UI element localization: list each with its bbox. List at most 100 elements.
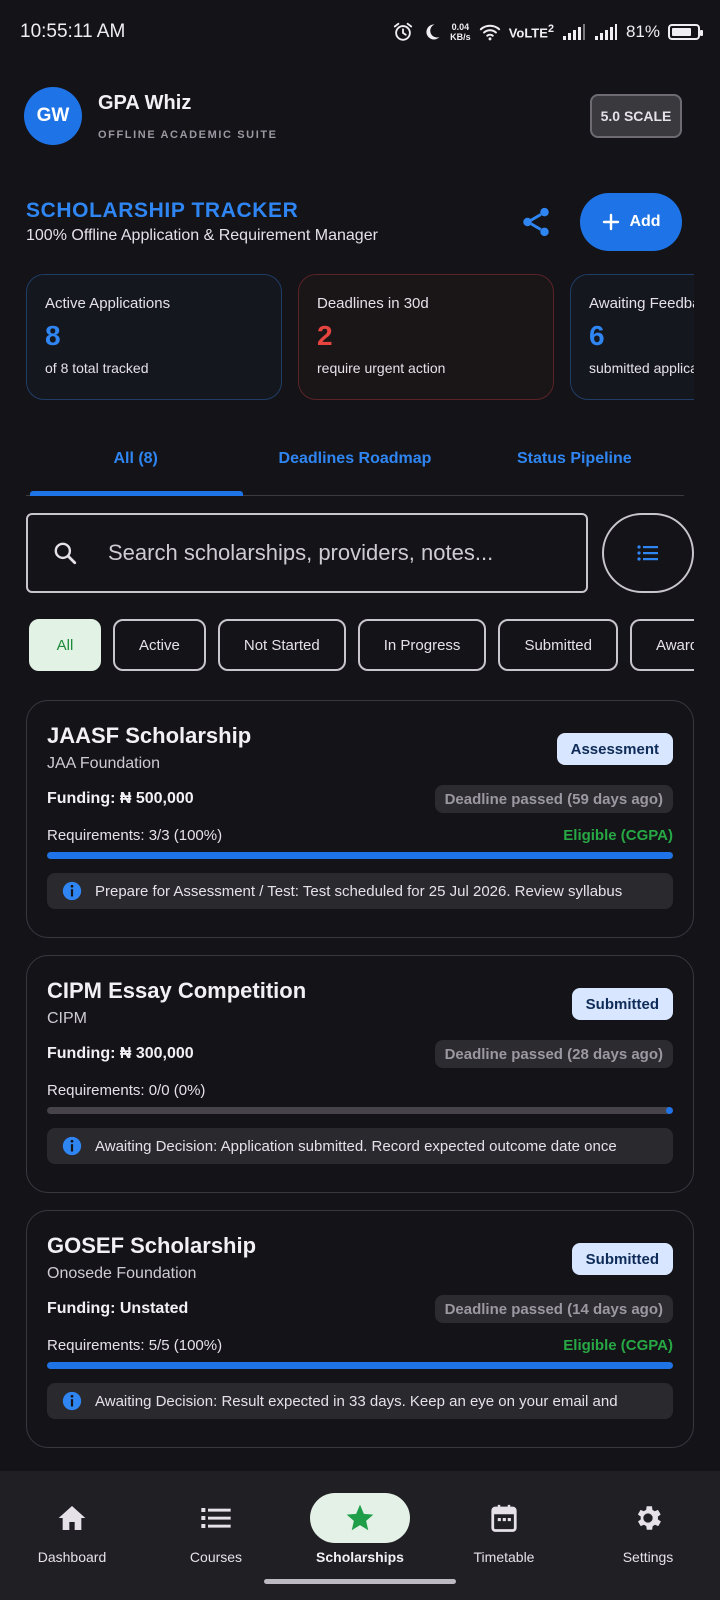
stat-value: 6: [589, 320, 605, 351]
chip-in-progress[interactable]: In Progress: [357, 619, 487, 671]
stats-scroller[interactable]: Active Applications 8 of 8 total tracked…: [26, 274, 694, 400]
stat-footer: require urgent action: [317, 360, 446, 376]
app-subtitle: OFFLINE ACADEMIC SUITE: [98, 128, 278, 141]
info-icon: [62, 1136, 82, 1156]
stat-card-active-applications[interactable]: Active Applications 8 of 8 total tracked: [26, 274, 282, 400]
stat-footer: of 8 total tracked: [45, 360, 149, 376]
scholarship-provider: JAA Foundation: [47, 755, 160, 772]
chip-submitted[interactable]: Submitted: [498, 619, 618, 671]
requirements-row: Requirements: 5/5 (100%) Eligible (CGPA): [47, 1337, 673, 1354]
share-button[interactable]: [514, 200, 558, 244]
stat-value: 2: [317, 320, 333, 351]
tab-deadlines-roadmap[interactable]: Deadlines Roadmap: [245, 430, 464, 495]
stat-card-awaiting-feedback[interactable]: Awaiting Feedback 6 submitted applicatio…: [570, 274, 694, 400]
add-scholarship-button[interactable]: Add: [580, 193, 682, 251]
brand: GPA Whiz OFFLINE ACADEMIC SUITE: [98, 92, 590, 141]
nav-label: Dashboard: [37, 1549, 107, 1565]
action-note: Awaiting Decision: Application submitted…: [47, 1128, 673, 1164]
signal-icon-sim1: [562, 24, 585, 40]
stat-label: Active Applications: [45, 295, 171, 312]
grading-scale-button[interactable]: 5.0 SCALE: [590, 94, 682, 138]
deadline-badge: Deadline passed (59 days ago): [434, 785, 673, 813]
status-icons: 0.04 KB/s VoLTE2 81%: [392, 21, 703, 43]
nav-item-settings[interactable]: Settings: [576, 1471, 720, 1600]
list-icon: [637, 545, 658, 561]
view-tabs: All (8) Deadlines Roadmap Status Pipelin…: [26, 430, 684, 496]
scholarship-title: JAASF Scholarship: [47, 723, 252, 748]
status-badge: Assessment: [556, 733, 673, 765]
stat-footer: submitted applications: [589, 360, 694, 376]
avatar[interactable]: GW: [24, 87, 82, 145]
requirements-progress: [47, 1107, 673, 1114]
nav-item-dashboard[interactable]: Dashboard: [0, 1471, 144, 1600]
card-title-block: JAASF Scholarship JAA Foundation: [47, 723, 251, 773]
info-icon: [62, 1391, 82, 1411]
battery-percent: 81%: [625, 22, 660, 41]
stat-card-deadlines[interactable]: Deadlines in 30d 2 require urgent action: [298, 274, 554, 400]
page-subtitle: 100% Offline Application & Requirement M…: [26, 227, 378, 244]
chip-all[interactable]: All: [29, 619, 101, 671]
volte-indicator: VoLTE2: [509, 23, 554, 40]
nav-icon-wrap: [454, 1493, 554, 1543]
requirements-row: Requirements: 3/3 (100%) Eligible (CGPA): [47, 827, 673, 844]
scholarship-card[interactable]: GOSEF Scholarship Onosede Foundation Sub…: [26, 1210, 694, 1448]
scholarship-card[interactable]: JAASF Scholarship JAA Foundation Assessm…: [26, 700, 694, 938]
scholarship-card[interactable]: CIPM Essay Competition CIPM Submitted Fu…: [26, 955, 694, 1193]
chip-active[interactable]: Active: [113, 619, 206, 671]
list-view-button[interactable]: [602, 513, 694, 593]
tab-status-pipeline[interactable]: Status Pipeline: [465, 430, 684, 495]
search-placeholder: Search scholarships, providers, notes...: [108, 540, 494, 565]
chip-not-started[interactable]: Not Started: [217, 619, 346, 671]
network-speed-value: 0.04: [451, 22, 470, 32]
nav-label: Scholarships: [316, 1549, 404, 1565]
action-note: Prepare for Assessment / Test: Test sche…: [47, 873, 673, 909]
signal-icon-sim2: [594, 24, 617, 40]
stat-label: Deadlines in 30d: [317, 295, 429, 312]
requirements-progress-fill: [47, 1362, 673, 1369]
status-badge: Submitted: [571, 988, 673, 1020]
funding-row: Funding: ₦ 300,000 Deadline passed (28 d…: [47, 1040, 673, 1068]
alarm-icon: [394, 22, 413, 41]
filter-chips: All Active Not Started In Progress Submi…: [29, 619, 694, 671]
nav-icon-wrap: [166, 1493, 266, 1543]
scholarship-title: GOSEF Scholarship: [47, 1233, 257, 1258]
home-icon: [58, 1506, 86, 1530]
funding-amount: Funding: Unstated: [47, 1300, 189, 1317]
eligibility-text: Eligible (CGPA): [563, 1337, 673, 1354]
star-icon: [346, 1504, 374, 1531]
requirements-progress: [47, 852, 673, 859]
page-title: SCHOLARSHIP TRACKER: [26, 199, 299, 222]
stats-row: Active Applications 8 of 8 total tracked…: [26, 274, 694, 400]
network-speed-unit: KB/s: [450, 32, 471, 42]
status-time: 10:55:11 AM: [20, 21, 126, 42]
calendar-icon: [491, 1504, 517, 1532]
deadline-badge: Deadline passed (28 days ago): [434, 1040, 673, 1068]
card-header: JAASF Scholarship JAA Foundation Assessm…: [47, 723, 673, 773]
app-name: GPA Whiz: [98, 91, 192, 114]
stat-value: 8: [45, 320, 61, 351]
add-button-label: Add: [629, 213, 661, 230]
status-bar: 10:55:11 AM 0.04 KB/s VoLTE2 81%: [0, 0, 720, 64]
requirements-text: Requirements: 5/5 (100%): [47, 1337, 223, 1354]
battery-fill: [672, 28, 692, 36]
card-header: GOSEF Scholarship Onosede Foundation Sub…: [47, 1233, 673, 1283]
card-title-block: GOSEF Scholarship Onosede Foundation: [47, 1233, 256, 1283]
search-input[interactable]: Search scholarships, providers, notes...: [26, 513, 588, 593]
requirements-text: Requirements: 0/0 (0%): [47, 1082, 206, 1099]
funding-amount: Funding: ₦ 500,000: [47, 790, 194, 807]
requirements-progress-fill: [47, 852, 673, 859]
card-header: CIPM Essay Competition CIPM Submitted: [47, 978, 673, 1028]
nav-icon-wrap: [310, 1493, 410, 1543]
share-icon: [523, 207, 549, 237]
note-text: Awaiting Decision: Application submitted…: [95, 1137, 617, 1155]
nav-label: Settings: [622, 1549, 674, 1565]
requirements-text: Requirements: 3/3 (100%): [47, 827, 223, 844]
search-icon: [54, 542, 77, 565]
home-indicator[interactable]: [264, 1579, 456, 1584]
filter-chips-scroller[interactable]: All Active Not Started In Progress Submi…: [29, 619, 694, 671]
tab-all[interactable]: All (8): [26, 430, 245, 496]
plus-icon: [603, 213, 620, 231]
funding-amount: Funding: ₦ 300,000: [47, 1045, 194, 1062]
nav-label: Courses: [189, 1549, 243, 1565]
chip-awarded[interactable]: Awarded: [629, 619, 694, 671]
